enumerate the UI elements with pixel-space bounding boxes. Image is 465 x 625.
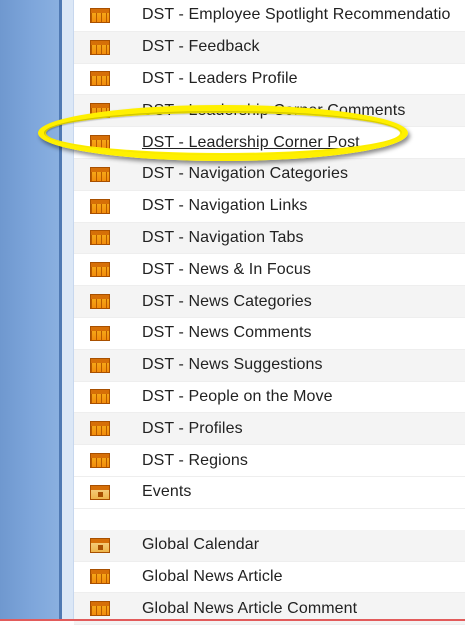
list-item[interactable]: DST - Navigation Tabs — [74, 222, 465, 255]
list-item[interactable]: DST - Regions — [74, 445, 465, 477]
list-item-label[interactable]: DST - News Comments — [142, 324, 312, 342]
list-item-label[interactable]: DST - News Categories — [142, 293, 312, 311]
list-icon — [90, 569, 110, 585]
calendar-icon — [90, 537, 110, 553]
sharepoint-list-view: DST - Employee Spotlight Recommendatio D… — [0, 0, 465, 625]
list-item-label[interactable]: DST - Regions — [142, 452, 248, 470]
list-icon — [90, 294, 110, 310]
list-item-label[interactable]: DST - Navigation Tabs — [142, 229, 304, 247]
list-item[interactable]: DST - Employee Spotlight Recommendatio — [74, 0, 465, 32]
list-item-label[interactable]: Events — [142, 483, 192, 501]
list-item-label[interactable]: DST - Employee Spotlight Recommendatio — [142, 6, 451, 24]
list-icon — [90, 230, 110, 246]
list-item[interactable]: DST - Profiles — [74, 413, 465, 446]
list-icon — [90, 166, 110, 182]
list-icon — [90, 103, 110, 119]
left-navigation-strip — [62, 0, 74, 621]
list-icon — [90, 325, 110, 341]
list-item[interactable]: DST - Leaders Profile — [74, 64, 465, 96]
list-icon — [90, 601, 110, 617]
list-item-label[interactable]: Global News Article Comment — [142, 600, 357, 618]
list-item[interactable]: DST - People on the Move — [74, 382, 465, 414]
list-item-label[interactable]: DST - News Suggestions — [142, 356, 323, 374]
list-icon — [90, 71, 110, 87]
list-item[interactable]: DST - Leadership Corner Comments — [74, 95, 465, 128]
list-item[interactable]: DST - Navigation Links — [74, 191, 465, 223]
list-item[interactable]: DST - Feedback — [74, 31, 465, 64]
list-item[interactable]: DST - News Suggestions — [74, 349, 465, 382]
list-item-highlighted[interactable]: DST - Leadership Corner Post — [74, 127, 465, 159]
list-item-label[interactable]: Global News Article — [142, 568, 283, 586]
list-item-label[interactable]: DST - Navigation Categories — [142, 165, 348, 183]
list-icon — [90, 7, 110, 23]
list-icon — [90, 453, 110, 469]
calendar-icon — [90, 484, 110, 500]
list-item-label[interactable]: Global Calendar — [142, 536, 259, 554]
list-item[interactable]: DST - News Comments — [74, 318, 465, 350]
section-gap — [74, 508, 465, 530]
list-item[interactable]: DST - News Categories — [74, 286, 465, 318]
list-item-label[interactable]: DST - News & In Focus — [142, 261, 311, 279]
list-item-label[interactable]: DST - Feedback — [142, 38, 260, 56]
left-navigation-panel — [0, 0, 62, 621]
list-item-label[interactable]: DST - Leaders Profile — [142, 70, 298, 88]
list-item[interactable]: Global Calendar — [74, 529, 465, 562]
list-item-label[interactable]: DST - Navigation Links — [142, 197, 308, 215]
list-icon — [90, 357, 110, 373]
list-icon — [90, 135, 110, 151]
list-item-label[interactable]: DST - Profiles — [142, 420, 243, 438]
list-item[interactable]: DST - News & In Focus — [74, 254, 465, 287]
list-icon — [90, 389, 110, 405]
list-item[interactable]: Global News Article — [74, 562, 465, 594]
list-icon — [90, 198, 110, 214]
list-item-label[interactable]: DST - Leadership Corner Post — [142, 134, 360, 152]
list-item[interactable]: DST - Navigation Categories — [74, 158, 465, 191]
list-icon — [90, 421, 110, 437]
list-item-label[interactable]: DST - Leadership Corner Comments — [142, 102, 405, 120]
list-icon — [90, 39, 110, 55]
site-lists: DST - Employee Spotlight Recommendatio D… — [74, 0, 465, 625]
list-item[interactable]: Events — [74, 477, 465, 509]
list-item-label[interactable]: DST - People on the Move — [142, 388, 333, 406]
list-icon — [90, 262, 110, 278]
